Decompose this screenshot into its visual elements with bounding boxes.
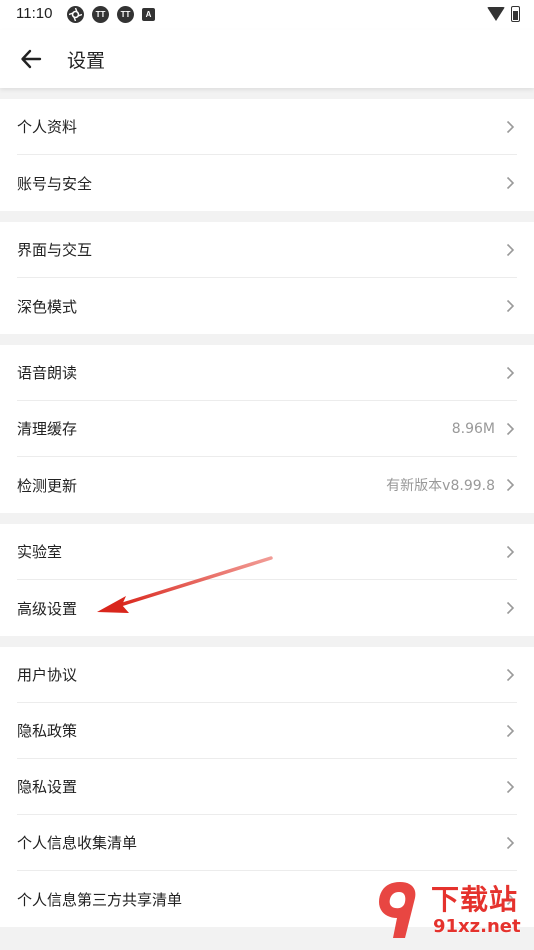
settings-item-info-collection-list[interactable]: 个人信息收集清单 (17, 815, 517, 871)
chevron-right-icon (503, 545, 517, 559)
settings-item-clear-cache[interactable]: 清理缓存 8.96M (17, 401, 517, 457)
arrow-left-icon (21, 49, 42, 69)
status-time: 11:10 (16, 5, 53, 22)
wifi-icon (487, 7, 505, 21)
settings-item-advanced-settings[interactable]: 高级设置 (17, 580, 517, 636)
settings-group-display: 界面与交互 深色模式 (0, 222, 534, 334)
settings-item-account-security[interactable]: 账号与安全 (17, 155, 517, 211)
settings-item-profile[interactable]: 个人资料 (17, 99, 517, 155)
back-button[interactable] (14, 42, 48, 76)
watermark-url: 91xz.net (433, 916, 521, 937)
settings-item-label: 账号与安全 (17, 174, 93, 193)
settings-item-label: 检测更新 (17, 476, 78, 495)
app-icon (67, 6, 84, 23)
status-bar: 11:10 TT TT A (0, 0, 534, 30)
settings-group-account: 个人资料 账号与安全 (0, 99, 534, 211)
settings-item-label: 清理缓存 (17, 420, 78, 438)
settings-item-interface[interactable]: 界面与交互 (17, 222, 517, 278)
chevron-right-icon (503, 478, 517, 492)
chevron-right-icon (503, 243, 517, 257)
watermark-title: 下载站 (431, 883, 519, 916)
settings-item-label: 用户协议 (17, 666, 78, 684)
settings-item-check-update[interactable]: 检测更新 有新版本v8.99.8 (17, 457, 517, 513)
settings-item-label: 实验室 (17, 543, 63, 561)
settings-item-label: 隐私设置 (17, 778, 78, 796)
watermark-logo-icon (379, 882, 416, 938)
chevron-right-icon (503, 724, 517, 738)
chevron-right-icon (503, 120, 517, 134)
app-header: 设置 (0, 30, 534, 88)
update-version-value: 有新版本v8.99.8 (386, 478, 495, 494)
chevron-right-icon (503, 601, 517, 615)
battery-icon (511, 6, 520, 22)
settings-group-advanced: 实验室 高级设置 (0, 524, 534, 636)
watermark: 下载站 91xz.net (369, 872, 534, 950)
settings-item-label: 语音朗读 (17, 364, 78, 382)
chevron-right-icon (503, 422, 517, 436)
settings-item-privacy-policy[interactable]: 隐私政策 (17, 703, 517, 759)
a-icon: A (142, 8, 155, 21)
settings-item-voice[interactable]: 语音朗读 (17, 345, 517, 401)
tt-icon: TT (92, 6, 109, 23)
settings-item-label: 个人信息收集清单 (17, 834, 138, 852)
settings-item-label: 个人信息第三方共享清单 (17, 890, 183, 909)
chevron-right-icon (503, 366, 517, 380)
settings-item-label: 隐私政策 (17, 722, 78, 740)
settings-item-label: 界面与交互 (17, 241, 93, 259)
settings-item-privacy-settings[interactable]: 隐私设置 (17, 759, 517, 815)
settings-group-general: 语音朗读 清理缓存 8.96M 检测更新 有新版本v8.99.8 (0, 345, 534, 513)
settings-item-label: 个人资料 (17, 118, 78, 136)
chevron-right-icon (503, 176, 517, 190)
chevron-right-icon (503, 780, 517, 794)
settings-item-lab[interactable]: 实验室 (17, 524, 517, 580)
settings-item-label: 高级设置 (17, 599, 78, 618)
tt-icon: TT (117, 6, 134, 23)
chevron-right-icon (503, 668, 517, 682)
settings-item-dark-mode[interactable]: 深色模式 (17, 278, 517, 334)
page-title: 设置 (67, 50, 106, 72)
settings-item-label: 深色模式 (17, 297, 78, 316)
status-icons: TT TT A (67, 6, 155, 23)
chevron-right-icon (503, 836, 517, 850)
chevron-right-icon (503, 299, 517, 313)
settings-item-user-agreement[interactable]: 用户协议 (17, 647, 517, 703)
cache-size-value: 8.96M (451, 420, 495, 437)
